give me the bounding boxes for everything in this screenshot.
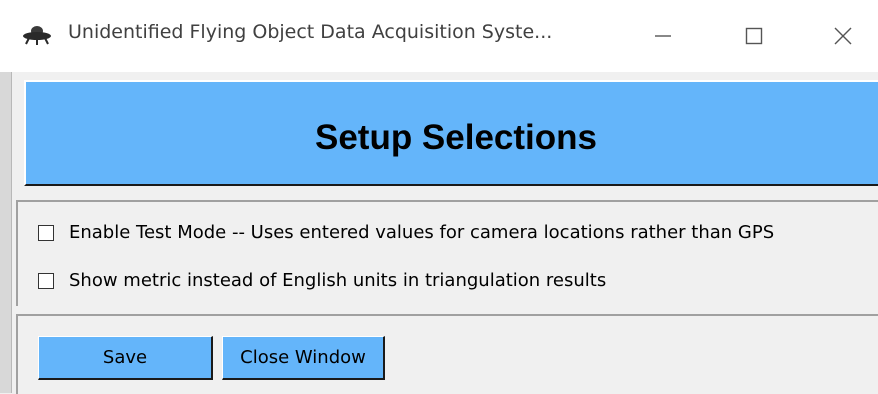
page-title: Setup Selections <box>314 118 598 157</box>
setup-window: Unidentified Flying Object Data Acquisit… <box>0 0 878 394</box>
maximize-icon <box>745 27 763 45</box>
minimize-button[interactable] <box>628 0 698 72</box>
minimize-icon <box>655 35 671 37</box>
test-mode-option[interactable]: Enable Test Mode -- Uses entered values … <box>38 222 774 243</box>
test-mode-checkbox[interactable] <box>38 224 54 241</box>
close-window-button[interactable]: Close Window <box>222 336 385 380</box>
window-title: Unidentified Flying Object Data Acquisit… <box>68 21 553 43</box>
close-icon <box>834 27 852 45</box>
window-left-edge <box>0 72 12 393</box>
metric-units-label: Show metric instead of English units in … <box>69 270 607 291</box>
ufo-icon <box>22 24 52 46</box>
save-button[interactable]: Save <box>38 336 213 380</box>
test-mode-label: Enable Test Mode -- Uses entered values … <box>69 222 775 243</box>
options-panel: Enable Test Mode -- Uses entered values … <box>16 200 878 306</box>
header-banner: Setup Selections <box>24 80 878 186</box>
button-panel: Save Close Window <box>16 314 878 394</box>
metric-units-option[interactable]: Show metric instead of English units in … <box>38 270 606 291</box>
title-bar: Unidentified Flying Object Data Acquisit… <box>0 0 878 72</box>
maximize-button[interactable] <box>719 0 789 72</box>
close-button[interactable] <box>808 0 878 72</box>
metric-units-checkbox[interactable] <box>38 272 54 289</box>
